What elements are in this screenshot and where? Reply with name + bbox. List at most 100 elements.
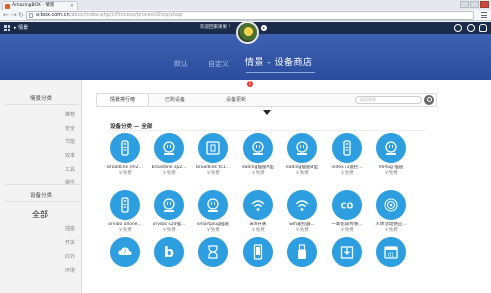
- app-card[interactable]: smartplug插座 ￥免费: [188, 190, 238, 234]
- app-card[interactable]: [233, 237, 283, 275]
- tab-device-updates[interactable]: 设备更新: [205, 94, 267, 106]
- app-card[interactable]: broadlink sp2... ￥免费: [144, 133, 194, 177]
- maximize-button[interactable]: [470, 1, 479, 8]
- search-icon[interactable]: [424, 95, 434, 105]
- favicon-icon: [5, 4, 10, 9]
- power-icon[interactable]: [467, 24, 475, 32]
- app-card[interactable]: ?: [100, 237, 150, 275]
- browser-titlebar: AmazingBOX - 情景 ×: [0, 0, 491, 10]
- app-card[interactable]: wifi遥控器... ￥免费: [277, 190, 327, 234]
- apps-grid-icon[interactable]: [4, 25, 10, 31]
- app-card[interactable]: [322, 237, 372, 275]
- plug-icon: [376, 133, 406, 163]
- phone-icon: [243, 237, 273, 267]
- app-name: [188, 269, 238, 275]
- browser-menu-icon[interactable]: [481, 12, 487, 18]
- cloud-icon[interactable]: [479, 24, 487, 32]
- sidebar-divider: [5, 184, 81, 185]
- sidebar-item-environment[interactable]: 环境: [65, 267, 75, 274]
- app-name: [144, 269, 194, 275]
- app-price: ￥免费: [206, 171, 220, 176]
- sidebar-item-tools[interactable]: 工具: [65, 166, 75, 173]
- wifi-icon: [243, 190, 273, 220]
- sidebar: 情景分类 推荐 安全 节能 效率 工具 娱乐 设备分类 全部 插座 开关 红外 …: [0, 80, 82, 293]
- back-label: 情景: [18, 25, 29, 31]
- minimize-button[interactable]: [460, 1, 469, 8]
- page-icon: [29, 13, 33, 18]
- sidebar-item-socket[interactable]: 插座: [65, 225, 75, 232]
- app-name: [322, 269, 372, 275]
- app-price: ￥免费: [295, 228, 309, 233]
- search-input[interactable]: 搜索情景: [355, 96, 422, 104]
- app-price: ￥免费: [340, 171, 354, 176]
- app-card[interactable]: index i3遥控... ￥免费: [322, 133, 372, 177]
- app-price: ￥免费: [384, 171, 398, 176]
- remote-icon: [110, 133, 140, 163]
- app-card[interactable]: b: [144, 237, 194, 275]
- plug-icon: [154, 133, 184, 163]
- app-card[interactable]: 01: [366, 237, 416, 275]
- wifi-icon: [287, 190, 317, 220]
- avatar[interactable]: [236, 21, 259, 44]
- forward-arrow-icon[interactable]: →: [11, 11, 17, 20]
- sidebar-item-switch[interactable]: 开关: [65, 239, 75, 246]
- svg-text:01: 01: [388, 253, 394, 259]
- usb-icon: [287, 237, 317, 267]
- app-card[interactable]: orvibo s20插... ￥免费: [144, 190, 194, 234]
- tab-purchased-devices[interactable]: 已购设备: [149, 94, 201, 106]
- app-price: ￥免费: [206, 228, 220, 233]
- nav-default[interactable]: 默认: [174, 58, 188, 70]
- plug-icon: [154, 190, 184, 220]
- plug-icon: [243, 133, 273, 163]
- play-icon[interactable]: [261, 25, 267, 31]
- sidebar-item-energy[interactable]: 节能: [65, 138, 75, 145]
- app-price: ￥免费: [118, 228, 132, 233]
- app-card[interactable]: [188, 237, 238, 275]
- nav-custom[interactable]: 自定义: [208, 58, 229, 70]
- app-price: ￥免费: [340, 228, 354, 233]
- remote-icon: [110, 190, 140, 220]
- app-card[interactable]: broadlink rm2... ￥免费: [100, 133, 150, 177]
- window-close-button[interactable]: [480, 1, 489, 8]
- app-card[interactable]: [277, 237, 327, 275]
- app-price: ￥免费: [162, 171, 176, 176]
- back-to-scene-link[interactable]: ▸ 情景: [14, 23, 28, 33]
- app-price: ￥免费: [118, 171, 132, 176]
- back-arrow-icon[interactable]: ←: [3, 11, 9, 20]
- sidebar-item-security[interactable]: 安全: [65, 125, 75, 132]
- app-card[interactable]: eading插座B型 ￥免费: [277, 133, 327, 177]
- app-card[interactable]: wifi开关 ￥免费: [233, 190, 283, 234]
- hourglass-icon: [198, 237, 228, 267]
- sidebar-item-infrared[interactable]: 红外: [65, 253, 75, 260]
- app-name: [233, 269, 283, 275]
- reload-icon[interactable]: ↻: [18, 11, 24, 20]
- sidebar-item-efficiency[interactable]: 效率: [65, 152, 75, 159]
- switch-panel-icon: [198, 133, 228, 163]
- app-card[interactable]: 人体活动感应... ￥免费: [366, 190, 416, 234]
- browser-tab[interactable]: AmazingBOX - 情景 ×: [2, 1, 78, 10]
- window-controls: [460, 1, 489, 8]
- sidebar-item-all[interactable]: 全部: [32, 209, 48, 220]
- sidebar-divider: [5, 201, 81, 202]
- app-price: ￥免费: [162, 228, 176, 233]
- svg-text:?: ?: [123, 249, 126, 256]
- sidebar-item-recommend[interactable]: 推荐: [65, 111, 75, 118]
- cloud-question-icon: ?: [110, 237, 140, 267]
- update-count-badge: 2: [247, 81, 253, 87]
- info-icon[interactable]: [454, 24, 462, 32]
- tab-scene-ranking[interactable]: 情景排行榜: [97, 94, 149, 106]
- browser-tab-title: AmazingBOX - 情景: [12, 3, 55, 8]
- app-card[interactable]: mPlug 插座 ￥免费: [366, 133, 416, 177]
- app-card[interactable]: orvibo allone... ￥免费: [100, 190, 150, 234]
- tab-close-icon[interactable]: ×: [70, 2, 74, 10]
- url-input[interactable]: a-box.com.cn/abox/index.php/c/Process/pr…: [26, 11, 474, 20]
- app-card[interactable]: CO 一氧化碳传感... ￥免费: [322, 190, 372, 234]
- app-name: [277, 269, 327, 275]
- svg-text:b: b: [164, 245, 174, 260]
- app-card[interactable]: eading插座A型 ￥免费: [233, 133, 283, 177]
- co-icon: CO: [332, 190, 362, 220]
- calendar-icon: 01: [376, 237, 406, 267]
- app-card[interactable]: broadlink tc1... ￥免费: [188, 133, 238, 177]
- sidebar-heading-device: 设备分类: [30, 193, 53, 199]
- section-divider: [108, 130, 426, 131]
